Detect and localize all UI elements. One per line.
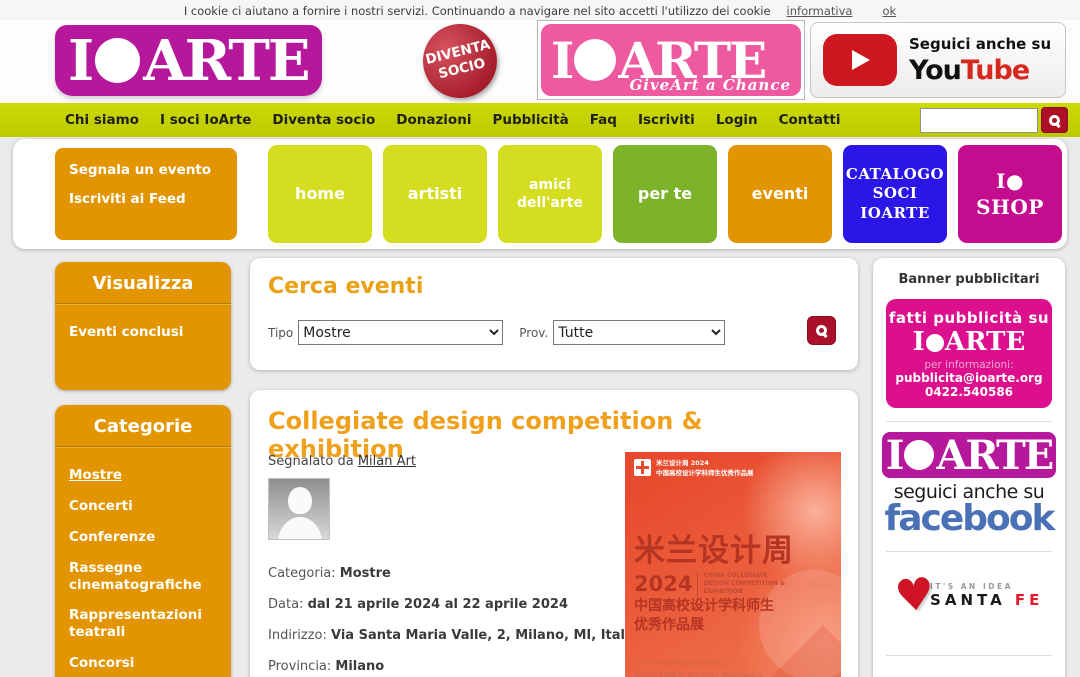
logo-letter: I [68, 28, 92, 94]
category-link-conferenze[interactable]: Conferenze [69, 529, 217, 546]
nav-item-diventa-socio[interactable]: Diventa socio [272, 112, 375, 128]
reporter-link[interactable]: Milan Art [358, 454, 416, 469]
quick-links-panel: Segnala un eventoIscriviti ai Feed homea… [13, 139, 1067, 249]
tipo-label: Tipo [268, 326, 293, 340]
logo-circle-icon [926, 334, 944, 352]
feed-box: Segnala un evento Iscriviti ai Feed [55, 148, 237, 240]
santafe-banner[interactable]: ♥ IT'S AN IDEA SANTA FE [873, 578, 1065, 613]
reported-by: Segnalato da Milan Art [268, 454, 416, 469]
category-link-mostre[interactable]: Mostre [69, 467, 217, 484]
categorie-title: Categorie [55, 405, 231, 447]
visualizza-box: Visualizza Eventi conclusi [55, 262, 231, 390]
youtube-line1: Seguici anche su [909, 35, 1051, 53]
advertise-banner[interactable]: fatti pubblicità su I ARTE per informazi… [886, 299, 1052, 408]
event-fields: Categoria: Mostre Data: dal 21 aprile 202… [268, 566, 638, 677]
ad-phone: 0422.540586 [886, 385, 1052, 399]
header: I ARTE DIVENTA SOCIO I ARTE GiveArt a Ch… [0, 20, 1080, 103]
categorie-list: Mostre Concerti Conferenze Rassegne cinemat… [55, 447, 231, 677]
search-events-button[interactable] [807, 316, 836, 345]
banner-sidebar: Banner pubblicitari fatti pubblicità su … [873, 258, 1065, 677]
quick-button-home[interactable]: home [268, 145, 372, 243]
visualizza-list: Eventi conclusi [55, 304, 231, 341]
search-icon [816, 325, 827, 336]
event-field-provincia: Provincia: Milano [268, 659, 638, 674]
cookie-ok-button[interactable]: ok [882, 4, 896, 18]
category-link-concorsi[interactable]: Concorsi [69, 655, 217, 672]
banner-sidebar-title: Banner pubblicitari [873, 258, 1065, 287]
page: I cookie ci aiutano a fornire i nostri s… [0, 0, 1080, 677]
iscriviti-ai-feed-link[interactable]: Iscriviti ai Feed [69, 191, 237, 207]
search-button[interactable] [1041, 107, 1068, 133]
youtube-banner[interactable]: Seguici anche su YouTube [810, 22, 1066, 98]
divider [886, 421, 1052, 422]
cookie-message: I cookie ci aiutano a fornire i nostri s… [184, 4, 771, 18]
main-nav: Chi siamo I soci IoArte Diventa socio Donaz… [0, 103, 1080, 137]
search-icon [1049, 115, 1060, 126]
nav-item-login[interactable]: Login [716, 112, 758, 128]
nav-item-contatti[interactable]: Contatti [779, 112, 841, 128]
nav-item-donazioni[interactable]: Donazioni [396, 112, 471, 128]
logo-circle-icon [95, 38, 140, 83]
prov-label: Prov. [519, 326, 548, 340]
search-events-title: Cerca eventi [268, 274, 858, 299]
giveart-tagline: GiveArt a Chance [629, 76, 791, 94]
event-field-indirizzo: Indirizzo: Via Santa Maria Valle, 2, Mil… [268, 628, 638, 643]
quick-button-amici-dellarte[interactable]: amici dell'arte [498, 145, 602, 243]
quick-button-io-shop[interactable]: I●SHOP [958, 145, 1062, 243]
tipo-select[interactable]: Mostre [298, 320, 503, 345]
search-input[interactable] [920, 108, 1038, 133]
ad-email: pubblicita@ioarte.org [886, 371, 1052, 385]
ioarte-giveart-logo: I ARTE GiveArt a Chance [541, 24, 801, 96]
visualizza-link-eventi-conclusi[interactable]: Eventi conclusi [69, 324, 217, 341]
quick-button-catalogo-soci-ioarte[interactable]: CATALOGOSOCIIOARTE [843, 145, 947, 243]
ioarte-fb-logo: I ARTE [882, 432, 1056, 478]
quick-button-eventi[interactable]: eventi [728, 145, 832, 243]
segnala-un-evento-link[interactable]: Segnala un evento [69, 162, 237, 178]
event-poster-image: 米兰设计周 2024 中国高校设计学科师生优秀作品展 米兰设计周 2024 CH… [625, 452, 841, 677]
poster-stats: 180+ Award Winning WorksSelected Out Of … [634, 658, 832, 677]
ioarte-ad-logo: I ARTE [886, 327, 1052, 358]
giveart-banner[interactable]: I ARTE GiveArt a Chance [537, 20, 805, 100]
event-card: Collegiate design competition & exhibiti… [250, 390, 858, 677]
divider [886, 655, 1052, 656]
nav-menu: Chi siamo I soci IoArte Diventa socio Donaz… [65, 112, 840, 128]
nav-item-i-soci-ioarte[interactable]: I soci IoArte [160, 112, 251, 128]
youtube-brand: YouTube [909, 55, 1051, 86]
logo-circle-icon [574, 39, 616, 81]
logo-circle-icon [904, 440, 934, 470]
category-link-concerti[interactable]: Concerti [69, 498, 217, 515]
facebook-banner[interactable]: I ARTE seguici anche su facebook [873, 432, 1065, 537]
prov-select[interactable]: Tutte [553, 320, 725, 345]
logo-letters: ARTE [143, 28, 308, 94]
diventa-socio-badge[interactable]: DIVENTA SOCIO [415, 16, 505, 106]
poster-title: 米兰设计周 [634, 525, 832, 570]
youtube-play-icon [823, 34, 897, 86]
ioarte-logo[interactable]: I ARTE [55, 25, 322, 96]
event-field-data: Data: dal 21 aprile 2024 al 22 aprile 20… [268, 597, 638, 612]
search-events-card: Cerca eventi Tipo Mostre Prov. Tutte [250, 258, 858, 370]
categorie-box: Categorie Mostre Concerti Conferenze Rasseg… [55, 405, 231, 677]
nav-item-pubblicit[interactable]: Pubblicità [492, 112, 568, 128]
reporter-avatar [268, 478, 330, 540]
poster-subtitle-en: CHINA COLLEGIATE DESIGN COMPETITION & EX… [697, 572, 792, 597]
nav-item-faq[interactable]: Faq [590, 112, 617, 128]
quick-buttons: homeartistiamici dell'arteper teeventiCA… [268, 145, 1062, 243]
category-link-rappresentazioni-teatrali[interactable]: Rappresentazioni teatrali [69, 607, 217, 641]
nav-item-chi-siamo[interactable]: Chi siamo [65, 112, 139, 128]
visualizza-title: Visualizza [55, 262, 231, 304]
cookie-informativa-link[interactable]: informativa [787, 4, 853, 18]
nav-item-iscriviti[interactable]: Iscriviti [638, 112, 695, 128]
poster-year: 2024 [634, 572, 692, 596]
cookie-bar: I cookie ci aiutano a fornire i nostri s… [0, 0, 1080, 20]
heart-icon: ♥ [893, 576, 936, 615]
nav-search [920, 107, 1068, 133]
poster-logo-icon [634, 459, 651, 476]
facebook-wordmark: facebook [873, 501, 1065, 537]
category-link-rassegne-cinematografiche[interactable]: Rassegne cinematografiche [69, 560, 217, 594]
quick-button-per-te[interactable]: per te [613, 145, 717, 243]
quick-button-artisti[interactable]: artisti [383, 145, 487, 243]
divider [886, 551, 1052, 552]
event-field-categoria: Categoria: Mostre [268, 566, 638, 581]
